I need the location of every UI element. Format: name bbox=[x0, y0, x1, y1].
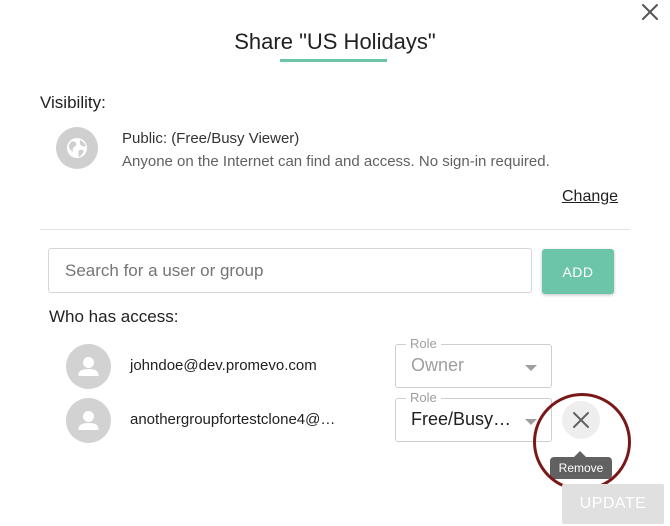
search-input[interactable] bbox=[49, 249, 531, 292]
update-button[interactable]: UPDATE bbox=[562, 484, 664, 524]
title-underline bbox=[280, 59, 387, 62]
role-label: Role bbox=[406, 390, 441, 406]
user-avatar bbox=[66, 344, 111, 389]
add-button[interactable]: ADD bbox=[542, 249, 614, 294]
user-email: johndoe@dev.promevo.com bbox=[130, 357, 317, 374]
visibility-title: Public: (Free/Busy Viewer) bbox=[122, 130, 300, 147]
person-icon bbox=[78, 357, 99, 376]
visibility-description: Anyone on the Internet can find and acce… bbox=[122, 153, 550, 170]
user-avatar bbox=[66, 398, 111, 443]
change-visibility-link[interactable]: Change bbox=[562, 188, 618, 206]
share-dialog: Share "US Holidays" Visibility: Public: … bbox=[0, 0, 670, 526]
role-value: Owner bbox=[411, 355, 465, 375]
close-icon bbox=[573, 412, 589, 428]
role-select: Role Owner bbox=[395, 336, 552, 388]
remove-button[interactable] bbox=[562, 401, 600, 439]
role-label: Role bbox=[406, 336, 441, 352]
dialog-title: Share "US Holidays" bbox=[234, 29, 436, 54]
divider bbox=[40, 229, 630, 230]
globe-avatar bbox=[56, 127, 98, 169]
person-icon bbox=[78, 411, 99, 430]
who-has-access-label: Who has access: bbox=[49, 307, 179, 326]
dropdown-arrow-icon bbox=[525, 419, 537, 425]
role-value: Free/Busy… bbox=[411, 409, 512, 429]
close-button[interactable] bbox=[636, 0, 664, 26]
globe-icon bbox=[67, 138, 87, 158]
role-select[interactable]: Role Free/Busy… bbox=[395, 390, 552, 442]
visibility-label: Visibility: bbox=[40, 93, 106, 112]
search-field[interactable] bbox=[48, 248, 532, 293]
close-icon bbox=[642, 4, 658, 20]
dropdown-arrow-icon bbox=[525, 365, 537, 371]
user-email: anothergroupfortestclone4@… bbox=[130, 411, 336, 428]
remove-tooltip: Remove bbox=[550, 457, 612, 479]
